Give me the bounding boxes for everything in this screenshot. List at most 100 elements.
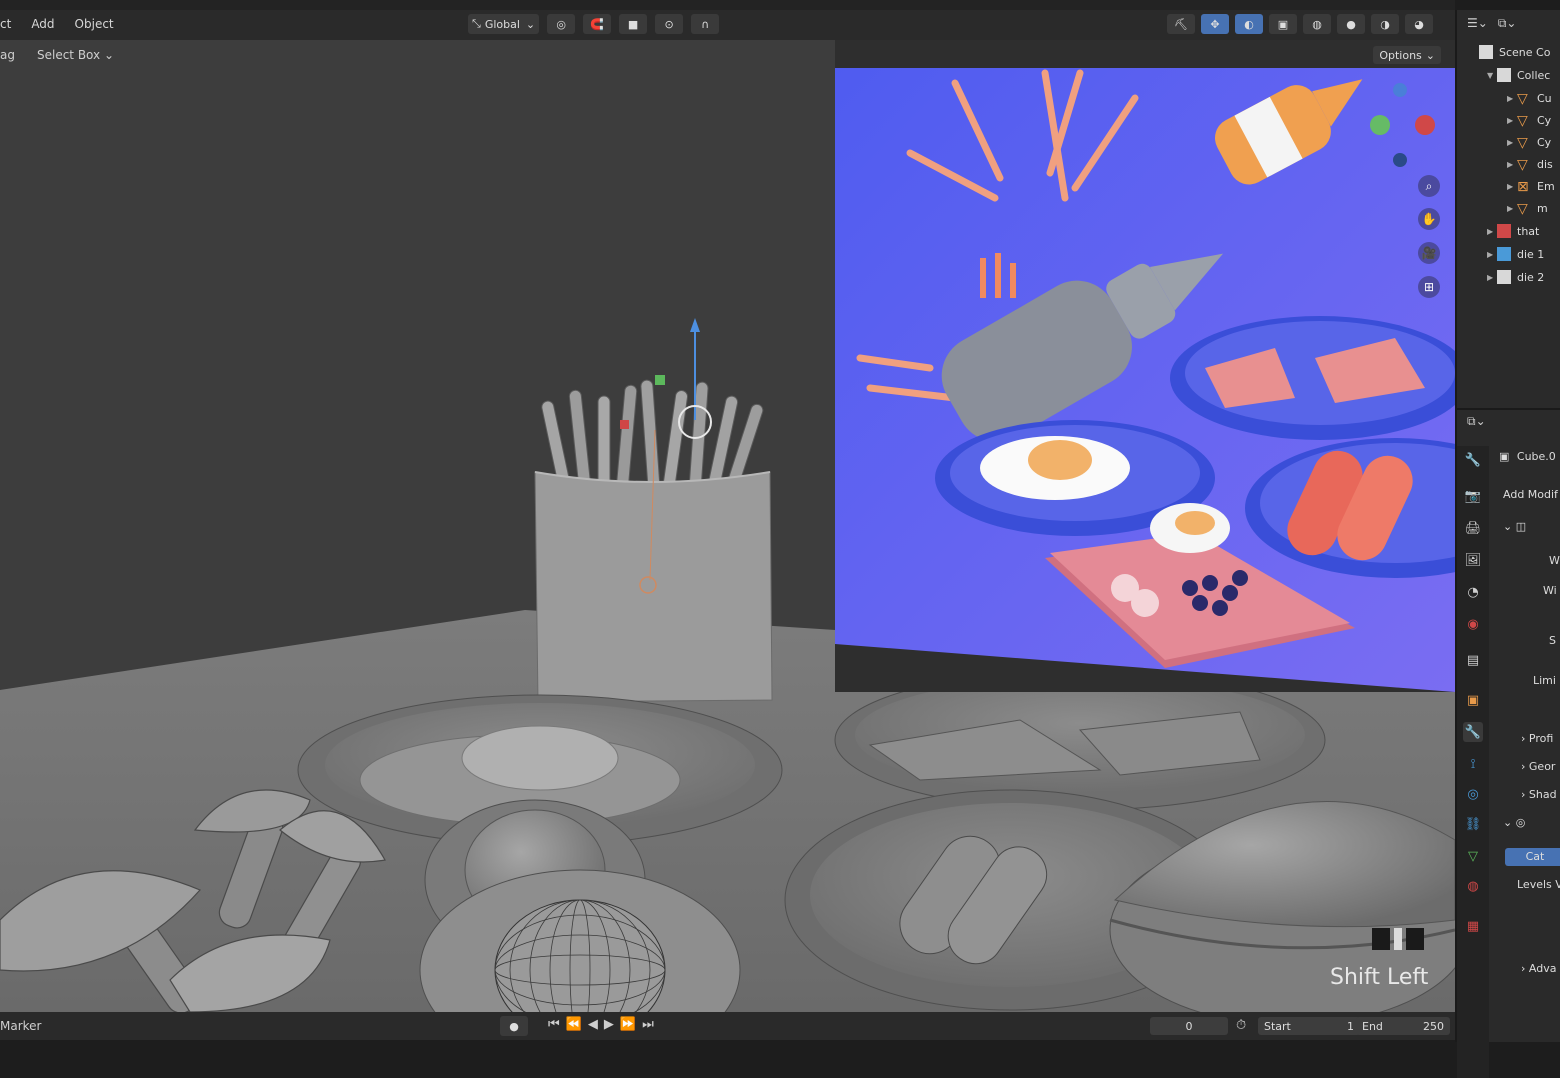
wireframe-shading-button[interactable]: ◍ (1303, 14, 1331, 34)
data-tab-icon[interactable]: ▽ (1463, 846, 1483, 866)
panel-shading[interactable]: › Shad (1521, 788, 1557, 801)
outliner-item[interactable]: ▶ ▽ m (1507, 197, 1548, 219)
display-mode-icon[interactable]: ⧉⌄ (1498, 16, 1517, 31)
material-shading-button[interactable]: ◑ (1371, 14, 1399, 34)
expand-arrow-icon[interactable]: ▶ (1507, 204, 1517, 213)
chevron-down-icon: ⌄ (1425, 48, 1435, 62)
xray-toggle[interactable]: ▣ (1269, 14, 1297, 34)
expand-arrow-icon[interactable]: ▶ (1507, 138, 1517, 147)
outliner-collection[interactable]: ▶ die 2 (1487, 266, 1544, 288)
modifier-panel-header[interactable]: ⌄ ◎ (1503, 816, 1525, 829)
expand-arrow-icon[interactable]: ▶ (1487, 227, 1497, 236)
marker-menu[interactable]: Marker (0, 1019, 41, 1033)
play-icon[interactable]: ▶ (604, 1017, 614, 1032)
render-preview[interactable]: Options ⌄ (835, 40, 1455, 692)
solid-shading-button[interactable]: ● (1337, 14, 1365, 34)
mesh-icon: ▽ (1517, 157, 1528, 173)
menu-add[interactable]: Add (31, 17, 54, 31)
modifier-field-label: W (1549, 554, 1560, 567)
constraints-tab-icon[interactable]: ⛓ (1463, 814, 1483, 834)
snap-toggle[interactable]: 🧲 (583, 14, 612, 34)
pivot-point-button[interactable]: ◎ (547, 14, 576, 34)
camera-view-icon[interactable]: 🎥 (1418, 242, 1440, 264)
panel-geometry[interactable]: › Geor (1521, 760, 1555, 773)
expand-arrow-icon[interactable]: ▶ (1507, 160, 1517, 169)
expand-arrow-icon[interactable]: ▶ (1487, 250, 1497, 259)
grid-view-icon[interactable]: ⊞ (1418, 276, 1440, 298)
outliner-collection[interactable]: ▶ that (1487, 220, 1539, 242)
render-tab-icon[interactable]: 📷 (1463, 486, 1483, 506)
select-box-dropdown[interactable]: Select Box ⌄ (37, 48, 114, 62)
collection-icon (1497, 68, 1511, 82)
expand-arrow-icon[interactable]: ▶ (1507, 182, 1517, 191)
zoom-icon[interactable]: ⌕ (1418, 175, 1440, 197)
add-modifier-button[interactable]: Add Modif (1503, 488, 1558, 501)
menu-object[interactable]: Object (75, 17, 114, 31)
snap-target-button[interactable]: ■ (619, 14, 648, 34)
outliner-item[interactable]: ▶ ▽ dis (1507, 153, 1553, 175)
play-reverse-icon[interactable]: ◀ (588, 1017, 598, 1032)
outliner-item[interactable]: ▶ ▽ Cy (1507, 109, 1551, 131)
editor-type-icon[interactable]: ⧉⌄ (1467, 414, 1486, 429)
pan-hand-icon[interactable]: ✋ (1418, 208, 1440, 230)
expand-arrow-icon[interactable]: ▶ (1507, 94, 1517, 103)
options-dropdown[interactable]: Options ⌄ (1373, 46, 1441, 64)
scene-tab-icon[interactable]: ◔ (1463, 582, 1483, 602)
jump-start-icon[interactable]: ⏮ (548, 1017, 560, 1032)
end-frame-field[interactable]: End 250 (1356, 1017, 1450, 1035)
physics-tab-icon[interactable]: ◎ (1463, 784, 1483, 804)
modifier-tab-icon[interactable]: 🔧 (1463, 722, 1483, 742)
view-layer-tab-icon[interactable]: 🖼 (1463, 550, 1483, 570)
drag-label: ag (0, 48, 15, 62)
jump-end-icon[interactable]: ⏭ (642, 1017, 654, 1032)
outliner-collection[interactable]: ▶ die 1 (1487, 243, 1544, 265)
transform-orientation-dropdown[interactable]: ⤡ Global ⌄ (468, 14, 540, 34)
outliner-scene-collection[interactable]: Scene Co (1479, 41, 1550, 63)
editor-type-icon[interactable]: ☰⌄ (1467, 16, 1488, 31)
particles-tab-icon[interactable]: ⟟ (1463, 754, 1483, 774)
outliner-item[interactable]: ▶ ▽ Cy (1507, 131, 1551, 153)
tool-tab-icon[interactable]: 🔧 (1463, 450, 1483, 470)
texture-tab-icon[interactable]: ▦ (1463, 916, 1483, 936)
catmull-clark-button[interactable]: Cat (1505, 848, 1560, 866)
clock-icon[interactable]: ⏱ (1236, 1018, 1246, 1033)
expand-arrow-icon[interactable]: ▶ (1507, 116, 1517, 125)
menu-object-mode[interactable]: ct (0, 17, 11, 31)
record-button[interactable]: ● (500, 1016, 528, 1036)
next-keyframe-icon[interactable]: ⏩ (620, 1017, 636, 1032)
collection-tab-icon[interactable]: ▤ (1463, 650, 1483, 670)
viewport-header: ct Add Object ⤡ Global ⌄ ◎ 🧲 ■ ⊙ ∩ ⛏ ✥ ◐… (0, 10, 1455, 40)
material-tab-icon[interactable]: ◍ (1463, 876, 1483, 896)
falloff-icon[interactable]: ∩ (691, 14, 720, 34)
output-tab-icon[interactable]: 🖨 (1463, 518, 1483, 538)
expand-arrow-icon[interactable]: ▶ (1487, 273, 1497, 282)
panel-advanced[interactable]: › Adva (1521, 962, 1556, 975)
gizmo-toggle[interactable]: ✥ (1201, 14, 1229, 34)
object-name-field[interactable]: ▣ Cube.0 (1499, 450, 1556, 463)
outliner-item[interactable]: ▶ ▽ Cu (1507, 87, 1552, 109)
view-object-types-button[interactable]: ⛏ (1167, 14, 1195, 34)
levels-viewport-label: Levels V (1517, 878, 1560, 891)
panel-profile[interactable]: › Profi (1521, 732, 1553, 745)
current-frame-field[interactable]: 0 (1150, 1017, 1228, 1035)
outliner-panel: ☰⌄ ⧉⌄ Scene Co ▼ Collec ▶ ▽ Cu ▶ ▽ Cy ▶ … (1455, 10, 1560, 408)
rendered-shading-button[interactable]: ◕ (1405, 14, 1433, 34)
collection-icon (1497, 247, 1511, 261)
mesh-icon: ▽ (1517, 135, 1528, 151)
modifier-field-label: Wi (1543, 584, 1557, 597)
outliner-collection[interactable]: ▼ Collec (1487, 64, 1550, 86)
world-tab-icon[interactable]: ◉ (1463, 614, 1483, 634)
overlays-toggle[interactable]: ◐ (1235, 14, 1263, 34)
outliner-item[interactable]: ▶ ⊠ Em (1507, 175, 1555, 197)
proportional-edit-toggle[interactable]: ⊙ (655, 14, 684, 34)
collection-icon (1497, 270, 1511, 284)
prev-keyframe-icon[interactable]: ⏪ (566, 1017, 582, 1032)
expand-arrow-icon[interactable]: ▼ (1487, 71, 1497, 80)
start-frame-field[interactable]: Start 1 (1258, 1017, 1360, 1035)
object-tab-icon[interactable]: ▣ (1463, 690, 1483, 710)
modifier-panel-header[interactable]: ⌄ ◫ (1503, 520, 1526, 533)
chevron-down-icon: ⌄ (525, 17, 536, 31)
workspace-tabs[interactable] (0, 0, 1455, 10)
chevron-down-icon: ⌄ (103, 48, 115, 62)
middle-mouse-icon (1394, 928, 1402, 950)
